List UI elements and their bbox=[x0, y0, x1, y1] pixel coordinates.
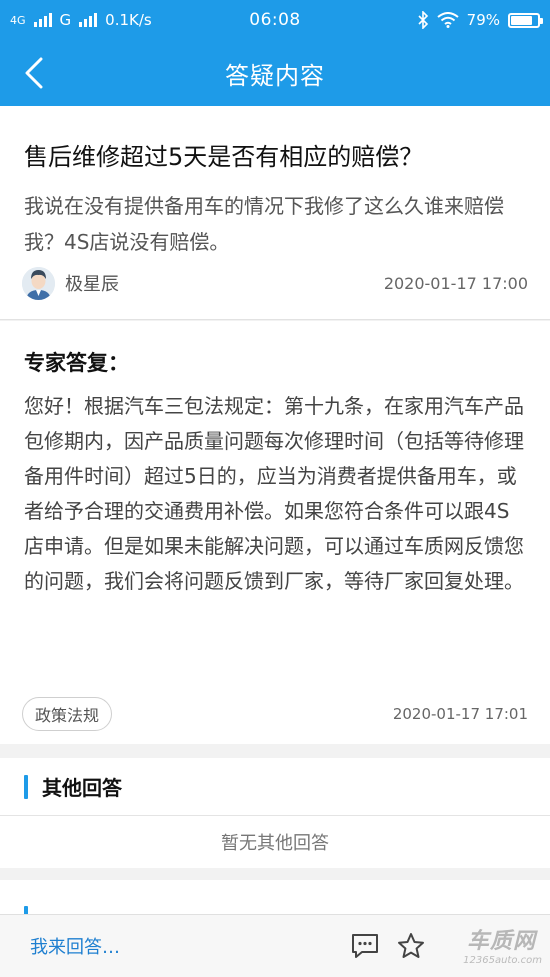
nav-bar: 答疑内容 bbox=[0, 40, 550, 106]
other-answers-section: 其他回答 暂无其他回答 bbox=[0, 758, 550, 868]
network-speed: 0.1K/s bbox=[105, 11, 152, 29]
question-card: 售后维修超过5天是否有相应的赔偿？ 我说在没有提供备用车的情况下我修了这么久谁来… bbox=[0, 106, 550, 320]
answer-meta: 政策法规 2020-01-17 17:01 bbox=[22, 697, 528, 731]
empty-state-text: 暂无其他回答 bbox=[221, 833, 329, 854]
user-avatar-icon bbox=[22, 266, 55, 300]
avatar[interactable] bbox=[22, 266, 55, 300]
bottom-action-bar: 我来回答… 车质网 12365auto.com bbox=[0, 914, 550, 977]
watermark-logo: 车质网 12365auto.com bbox=[440, 915, 550, 977]
comment-icon bbox=[352, 934, 378, 958]
battery-icon bbox=[508, 12, 543, 28]
network-type-2: G bbox=[59, 11, 72, 29]
battery-percent: 79% bbox=[466, 11, 500, 29]
watermark-url: 12365auto.com bbox=[463, 954, 542, 966]
status-bar: 4G G 0.1K/s 06:08 79% bbox=[0, 0, 550, 40]
battery-level bbox=[511, 15, 532, 25]
question-title: 售后维修超过5天是否有相应的赔偿？ bbox=[24, 143, 424, 171]
expert-answer-heading: 专家答复： bbox=[24, 351, 129, 375]
question-meta: 极星辰 2020-01-17 17:00 bbox=[22, 266, 528, 300]
other-answers-title: 其他回答 bbox=[42, 776, 122, 800]
network-type-1: 4G bbox=[10, 13, 26, 27]
wifi-icon bbox=[437, 12, 459, 28]
clock: 06:08 bbox=[249, 10, 301, 30]
expert-answer-card: 专家答复： 您好！根据汽车三包法规定：第十九条，在家用汽车产品包修期内，因产品质… bbox=[0, 321, 550, 744]
author-name[interactable]: 极星辰 bbox=[65, 270, 384, 296]
watermark-brand: 车质网 bbox=[466, 928, 536, 954]
chevron-left-icon bbox=[25, 57, 43, 89]
favorite-button[interactable] bbox=[388, 923, 434, 969]
answer-date: 2020-01-17 17:01 bbox=[392, 705, 528, 723]
star-icon bbox=[398, 933, 424, 958]
section-accent-bar bbox=[24, 774, 28, 799]
other-answers-header: 其他回答 bbox=[0, 758, 550, 816]
question-description: 我说在没有提供备用车的情况下我修了这么久谁来赔偿我？4S店说没有赔偿。 bbox=[24, 194, 504, 254]
question-date: 2020-01-17 17:00 bbox=[383, 273, 528, 293]
comment-button[interactable] bbox=[342, 923, 388, 969]
category-tag[interactable]: 政策法规 bbox=[22, 697, 113, 731]
back-button[interactable] bbox=[10, 48, 58, 98]
write-answer-button[interactable]: 我来回答… bbox=[30, 933, 342, 959]
signal-icon bbox=[33, 13, 52, 27]
bluetooth-icon bbox=[418, 11, 428, 29]
signal-icon-2 bbox=[79, 13, 98, 27]
page-title: 答疑内容 bbox=[225, 61, 325, 90]
expert-answer-body: 您好！根据汽车三包法规定：第十九条，在家用汽车产品包修期内，因产品质量问题每次修… bbox=[24, 394, 524, 593]
